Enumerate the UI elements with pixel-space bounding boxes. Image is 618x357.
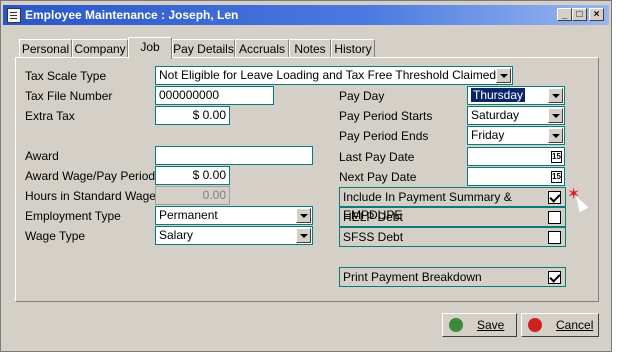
help-debt-checkbox[interactable]: HELP Debt	[339, 207, 566, 227]
pay-day-value: Thursday	[471, 88, 526, 102]
sfss-debt-checkbox[interactable]: SFSS Debt	[339, 227, 566, 247]
award-wage-label: Award Wage/Pay Period	[25, 169, 156, 183]
last-pay-date-input[interactable]	[467, 147, 565, 166]
save-button[interactable]: Save	[442, 313, 517, 337]
wage-type-value: Salary	[159, 228, 194, 242]
award-wage-value: $ 0.00	[192, 168, 226, 182]
tab-job[interactable]: Job	[128, 37, 172, 59]
wage-type-label: Wage Type	[25, 229, 86, 243]
extra-tax-label: Extra Tax	[25, 109, 75, 123]
calendar-icon[interactable]	[550, 169, 563, 184]
extra-tax-input[interactable]: $ 0.00	[155, 106, 230, 125]
tax-scale-type-label: Tax Scale Type	[25, 69, 107, 83]
print-payment-breakdown-checkbox[interactable]: Print Payment Breakdown	[339, 267, 566, 287]
title-bar[interactable]: Employee Maintenance : Joseph, Len _ □ ×	[3, 5, 609, 25]
pay-period-ends-label: Pay Period Ends	[339, 129, 429, 143]
cancel-label: Cancel	[556, 318, 594, 332]
help-debt-label: HELP Debt	[343, 210, 403, 224]
chevron-down-icon[interactable]	[548, 128, 563, 143]
cancel-icon	[528, 318, 542, 332]
award-input[interactable]	[155, 146, 313, 165]
save-label: Save	[477, 318, 505, 332]
employee-maintenance-window: Employee Maintenance : Joseph, Len _ □ ×…	[0, 0, 612, 352]
include-payment-summary-checkbox[interactable]: Include In Payment Summary & EMPDUPE	[339, 187, 566, 222]
checkbox-unchecked-icon[interactable]	[548, 211, 561, 224]
print-payment-breakdown-label: Print Payment Breakdown	[343, 270, 482, 284]
pay-period-starts-value: Saturday	[471, 108, 520, 122]
last-pay-date-label: Last Pay Date	[339, 150, 415, 164]
award-wage-input[interactable]: $ 0.00	[155, 166, 230, 185]
maximize-icon[interactable]: □	[572, 8, 587, 21]
tax-file-number-label: Tax File Number	[25, 89, 113, 103]
pay-period-ends-select[interactable]: Friday	[467, 126, 565, 145]
tab-company[interactable]: Company	[72, 39, 128, 57]
chevron-down-icon[interactable]	[296, 228, 311, 243]
cancel-button[interactable]: Cancel	[521, 313, 599, 337]
tab-history[interactable]: History	[331, 39, 375, 57]
wage-type-select[interactable]: Salary	[155, 226, 313, 245]
chevron-down-icon[interactable]	[496, 68, 511, 83]
tax-scale-type-value: Not Eligible for Leave Loading and Tax F…	[159, 68, 497, 82]
tax-scale-type-select[interactable]: Not Eligible for Leave Loading and Tax F…	[155, 66, 513, 85]
app-icon	[7, 8, 21, 23]
tab-label: Job	[140, 40, 160, 54]
hours-standard-wage-input: 0.00	[155, 186, 230, 205]
tax-file-number-value: 000000000	[159, 88, 220, 102]
save-icon	[449, 318, 463, 332]
checkbox-checked-icon[interactable]	[548, 271, 561, 284]
chevron-down-icon[interactable]	[296, 208, 311, 223]
next-pay-date-input[interactable]	[467, 167, 565, 186]
tax-file-number-input[interactable]: 000000000	[155, 86, 274, 105]
tab-label: Notes	[294, 42, 326, 56]
employment-type-select[interactable]: Permanent	[155, 206, 313, 225]
hours-standard-wage-value: 0.00	[202, 188, 226, 202]
tab-notes[interactable]: Notes	[289, 39, 331, 57]
employment-type-value: Permanent	[159, 208, 218, 222]
tab-accruals[interactable]: Accruals	[235, 39, 289, 57]
chevron-down-icon[interactable]	[548, 108, 563, 123]
hours-standard-wage-label: Hours in Standard Wage	[25, 189, 156, 203]
tab-label: History	[334, 42, 372, 56]
tab-label: Accruals	[238, 42, 285, 56]
sfss-debt-label: SFSS Debt	[343, 230, 404, 244]
close-icon[interactable]: ×	[589, 8, 604, 21]
pay-period-starts-select[interactable]: Saturday	[467, 106, 565, 125]
award-label: Award	[25, 149, 59, 163]
pay-day-select[interactable]: Thursday	[467, 86, 565, 105]
extra-tax-value: $ 0.00	[192, 108, 226, 122]
checkbox-checked-icon[interactable]	[548, 191, 561, 204]
pay-period-ends-value: Friday	[471, 128, 505, 142]
employment-type-label: Employment Type	[25, 209, 121, 223]
checkbox-unchecked-icon[interactable]	[548, 231, 561, 244]
tab-personal[interactable]: Personal	[19, 39, 72, 57]
tab-label: Company	[74, 42, 126, 56]
chevron-down-icon[interactable]	[548, 88, 563, 103]
tab-label: Pay Details	[173, 42, 234, 56]
tab-label: Personal	[21, 42, 70, 56]
minimize-icon[interactable]: _	[557, 8, 572, 21]
window-title: Employee Maintenance : Joseph, Len	[25, 8, 239, 22]
pay-period-starts-label: Pay Period Starts	[339, 109, 433, 123]
next-pay-date-label: Next Pay Date	[339, 170, 417, 184]
calendar-icon[interactable]	[550, 149, 563, 164]
pay-day-label: Pay Day	[339, 89, 385, 103]
tab-pay-details[interactable]: Pay Details	[172, 39, 235, 57]
